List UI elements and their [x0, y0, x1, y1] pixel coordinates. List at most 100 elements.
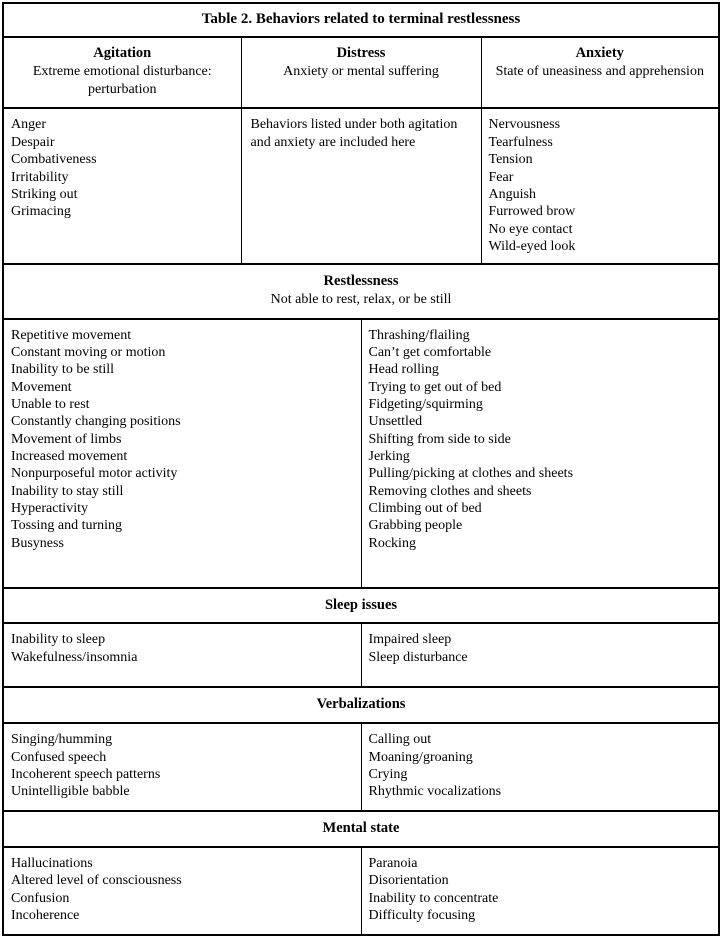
table-title-row: Table 2. Behaviors related to terminal r… [2, 2, 720, 39]
category-description: State of uneasiness and apprehension [495, 64, 704, 80]
list-item: Sleep disturbance [368, 649, 468, 665]
section-description: Not able to rest, relax, or be still [270, 292, 452, 308]
list-item: Grimacing [11, 204, 71, 220]
agitation-items-cell: Anger Despair Combativeness Irritability… [2, 107, 242, 265]
list-item: Wild-eyed look [488, 238, 576, 254]
list-item: Incoherence [11, 908, 80, 924]
list-item: Inability to concentrate [368, 890, 499, 906]
list-item: Inability to sleep [11, 632, 106, 648]
list-item: Tension [488, 152, 533, 168]
list-item: Striking out [11, 186, 78, 202]
list-item: Confused speech [11, 749, 107, 765]
category-name: Distress [336, 45, 386, 62]
mental-state-left-list: Hallucinations Altered level of consciou… [11, 855, 355, 924]
list-item: Constant moving or motion [11, 344, 166, 360]
sleep-issues-left-cell: Inability to sleep Wakefulness/insomnia [2, 622, 362, 688]
list-item: Irritability [11, 169, 69, 185]
restlessness-left-list: Repetitive movement Constant moving or m… [11, 327, 355, 553]
list-item: Calling out [368, 732, 432, 748]
list-item: Rhythmic vocalizations [368, 784, 502, 800]
sleep-issues-right-list: Impaired sleep Sleep disturbance [369, 631, 713, 666]
verbalizations-left-list: Singing/humming Confused speech Incohere… [11, 731, 355, 800]
list-item: Unintelligible babble [11, 784, 130, 800]
restlessness-right-list: Thrashing/flailing Can’t get comfortable… [369, 327, 713, 553]
list-item: Disorientation [368, 873, 449, 889]
section-header-verbalizations: Verbalizations [2, 686, 720, 725]
list-item: Fear [488, 169, 514, 185]
section-header-mental-state-row: Mental state [2, 810, 720, 849]
mental-state-right-list: Paranoia Disorientation Inability to con… [369, 855, 713, 924]
list-item: Grabbing people [368, 518, 463, 534]
list-item: Nonpurposeful motor activity [11, 466, 178, 482]
behaviors-table: Table 2. Behaviors related to terminal r… [2, 2, 720, 936]
list-item: Removing clothes and sheets [368, 483, 532, 499]
section-content-verbalizations-row: Singing/humming Confused speech Incohere… [2, 722, 720, 812]
category-name: Agitation [93, 45, 152, 62]
list-item: Hyperactivity [11, 501, 88, 517]
section-header-sleep-issues-row: Sleep issues [2, 586, 720, 625]
section-header-verbalizations-row: Verbalizations [2, 686, 720, 725]
list-item: Confusion [11, 890, 70, 906]
anxiety-items-cell: Nervousness Tearfulness Tension Fear Ang… [480, 107, 720, 265]
list-item: Altered level of consciousness [11, 873, 182, 889]
category-header-distress: Distress Anxiety or mental suffering [240, 36, 482, 110]
section-header-mental-state: Mental state [2, 810, 720, 849]
list-item: Anguish [488, 186, 536, 202]
section-name: Restlessness [323, 273, 399, 290]
list-item: Tearfulness [488, 134, 553, 150]
category-header-row: Agitation Extreme emotional disturbance:… [2, 36, 720, 110]
list-item: Busyness [11, 535, 64, 551]
section-name: Mental state [322, 820, 400, 837]
list-item: Climbing out of bed [368, 501, 482, 517]
category-header-anxiety: Anxiety State of uneasiness and apprehen… [480, 36, 720, 110]
category-description: Anxiety or mental suffering [283, 64, 439, 80]
list-item: Jerking [368, 449, 410, 465]
list-item: Repetitive movement [11, 327, 132, 343]
list-item: Tossing and turning [11, 518, 123, 534]
list-item: Impaired sleep [368, 632, 452, 648]
list-item: No eye contact [488, 221, 573, 237]
list-item: Increased movement [11, 449, 128, 465]
list-item: Crying [368, 766, 408, 782]
list-item: Pulling/picking at clothes and sheets [368, 466, 574, 482]
section-content-mental-state-row: Hallucinations Altered level of consciou… [2, 846, 720, 936]
restlessness-left-cell: Repetitive movement Constant moving or m… [2, 318, 362, 588]
list-item: Wakefulness/insomnia [11, 649, 138, 665]
list-item: Rocking [368, 535, 416, 551]
anxiety-item-list: Nervousness Tearfulness Tension Fear Ang… [489, 116, 713, 255]
list-item: Thrashing/flailing [368, 327, 470, 343]
list-item: Constantly changing positions [11, 414, 181, 430]
category-name: Anxiety [575, 45, 624, 62]
list-item: Anger [11, 117, 46, 133]
list-item: Incoherent speech patterns [11, 766, 161, 782]
list-item: Furrowed brow [488, 204, 576, 220]
category-content-row: Anger Despair Combativeness Irritability… [2, 107, 720, 265]
list-item: Inability to stay still [11, 483, 124, 499]
list-item: Unsettled [368, 414, 423, 430]
section-content-restlessness-row: Repetitive movement Constant moving or m… [2, 318, 720, 588]
sleep-issues-left-list: Inability to sleep Wakefulness/insomnia [11, 631, 355, 666]
category-description: Extreme emotional disturbance: perturbat… [32, 64, 212, 98]
list-item: Despair [11, 134, 55, 150]
verbalizations-left-cell: Singing/humming Confused speech Incohere… [2, 722, 362, 812]
list-item: Nervousness [488, 117, 561, 133]
list-item: Head rolling [368, 362, 439, 378]
section-name: Sleep issues [324, 596, 398, 613]
section-header-sleep-issues: Sleep issues [2, 586, 720, 625]
sleep-issues-right-cell: Impaired sleep Sleep disturbance [360, 622, 720, 688]
list-item: Shifting from side to side [368, 431, 511, 447]
section-header-restlessness: Restlessness Not able to rest, relax, or… [2, 263, 720, 320]
list-item: Movement of limbs [11, 431, 122, 447]
list-item: Combativeness [11, 152, 97, 168]
list-item: Inability to be still [11, 362, 115, 378]
list-item: Fidgeting/squirming [368, 396, 483, 412]
distress-note-cell: Behaviors listed under both agitation an… [240, 107, 482, 265]
list-item: Difficulty focusing [368, 908, 476, 924]
section-content-sleep-issues-row: Inability to sleep Wakefulness/insomnia … [2, 622, 720, 688]
list-item: Movement [11, 379, 72, 395]
section-name: Verbalizations [316, 696, 406, 713]
list-item: Can’t get comfortable [368, 344, 492, 360]
mental-state-right-cell: Paranoia Disorientation Inability to con… [360, 846, 720, 936]
agitation-item-list: Anger Despair Combativeness Irritability… [11, 116, 235, 220]
mental-state-left-cell: Hallucinations Altered level of consciou… [2, 846, 362, 936]
